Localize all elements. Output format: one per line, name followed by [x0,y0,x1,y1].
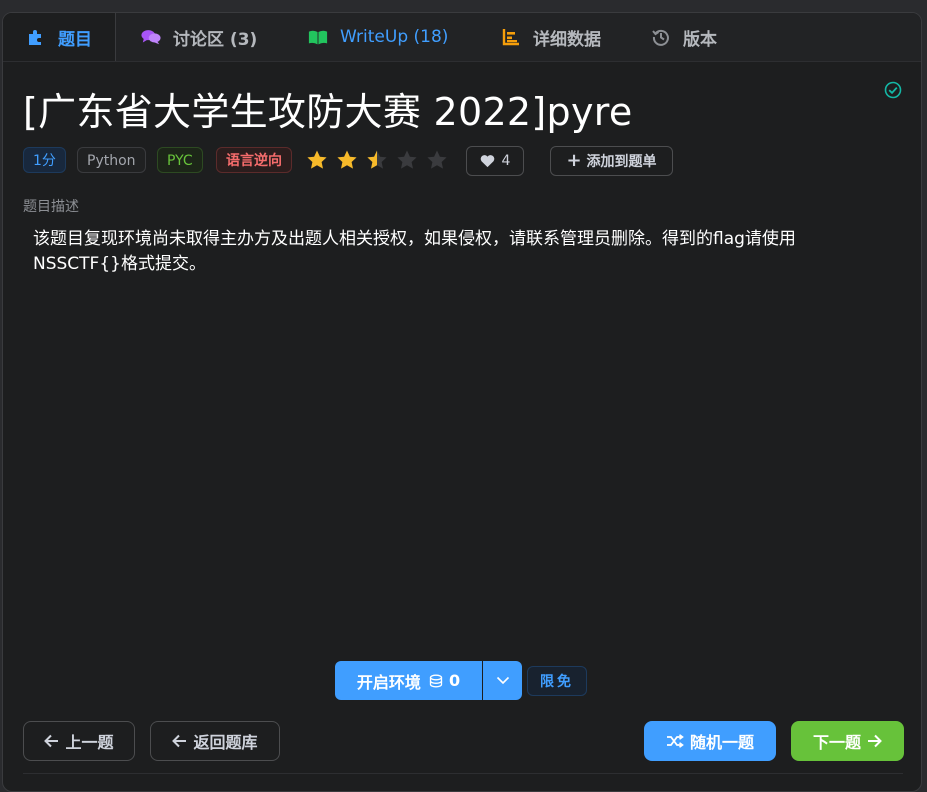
history-icon [651,27,671,47]
tab-bar: 题目 讨论区 (3) WriteUp (18) 详细数据 版本 [3,13,921,62]
random-problem-button[interactable]: 随机一题 [644,721,776,761]
start-environment-label: 开启环境 [356,672,421,692]
type-tag[interactable]: PYC [157,147,203,173]
back-to-list-label: 返回题库 [193,733,258,752]
tab-label: 题目 [58,29,92,50]
arrow-right-icon [868,734,882,748]
star-icon [337,150,357,169]
comments-icon [141,27,161,47]
tab-version[interactable]: 版本 [651,13,717,61]
shuffle-icon [666,734,684,748]
previous-problem-button[interactable]: 上一题 [23,721,135,761]
like-count: 4 [501,153,511,169]
add-to-list-label: 添加到题单 [586,154,657,170]
bar-chart-icon [501,27,521,47]
chevron-down-icon [496,676,509,685]
score-tag: 1分 [23,147,66,173]
problem-title: [广东省大学生攻防大赛 2022]pyre [23,90,633,134]
coin-count: 0 [448,671,461,690]
environment-dropdown-button[interactable] [483,661,522,700]
problem-description: 该题目复现环境尚未取得主办方及出题人相关授权，如果侵权，请联系管理员删除。得到的… [33,229,796,274]
star-empty-icon [397,150,417,169]
back-to-list-button[interactable]: 返回题库 [150,721,280,761]
puzzle-icon [26,27,46,47]
star-half-icon [367,150,387,169]
star-empty-icon [427,150,447,169]
tab-writeup[interactable]: WriteUp (18) [308,13,448,61]
heart-icon [480,155,494,168]
check-circle-icon [884,81,902,99]
category-tag[interactable]: 语言逆向 [216,147,292,173]
tab-label: 详细数据 [533,29,601,50]
next-problem-label: 下一题 [812,733,861,752]
like-button[interactable]: 4 [466,146,524,176]
language-tag[interactable]: Python [77,147,146,173]
tab-label: 讨论区 (3) [173,29,258,50]
free-limited-tag: 限免 [527,666,587,696]
random-problem-label: 随机一题 [689,733,754,752]
problem-card: 题目 讨论区 (3) WriteUp (18) 详细数据 版本 [广东省大学生攻… [2,12,922,792]
previous-problem-label: 上一题 [65,733,114,752]
next-problem-button[interactable]: 下一题 [791,721,904,761]
book-open-icon [308,27,328,47]
divider [23,773,903,774]
add-to-list-button[interactable]: + 添加到题单 [550,146,673,176]
coin-stack-icon [429,674,443,687]
plus-icon: + [566,150,582,171]
tab-discussion[interactable]: 讨论区 (3) [141,13,257,61]
tab-label: 版本 [683,29,717,50]
description-label: 题目描述 [23,199,79,215]
tab-problem[interactable]: 题目 [3,13,116,61]
arrow-left-icon [44,734,59,748]
tab-statistics[interactable]: 详细数据 [501,13,601,61]
arrow-left-icon [172,734,187,748]
star-icon [307,150,327,169]
tab-label: WriteUp (18) [340,27,449,47]
start-environment-button[interactable]: 开启环境 0 [335,661,482,700]
